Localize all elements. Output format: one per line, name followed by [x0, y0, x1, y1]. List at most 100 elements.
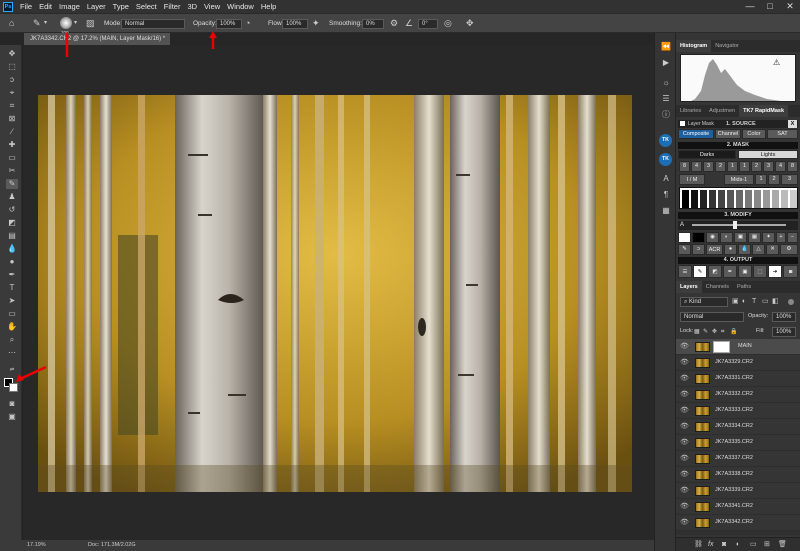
gradient-tool-icon[interactable]: ▤	[6, 231, 18, 241]
modify-slider-thumb[interactable]	[733, 221, 737, 229]
lock-transparent-icon[interactable]: ▦	[694, 327, 700, 337]
pressure-opacity-icon[interactable]: ◔	[245, 18, 250, 28]
tab-libraries[interactable]: Libraries	[676, 105, 705, 117]
filter-adjustment-icon[interactable]: ◐	[742, 297, 746, 307]
expand-icon[interactable]: ▦	[748, 232, 761, 243]
eye-icon[interactable]: 👁	[680, 374, 689, 382]
paint-icon[interactable]: ✎	[678, 244, 691, 255]
sat-button[interactable]: SAT	[767, 129, 798, 139]
tab-channels[interactable]: Channels	[702, 281, 733, 293]
darks-8-button[interactable]: 8	[679, 161, 690, 172]
eye-icon[interactable]: 👁	[680, 390, 689, 398]
filter-type-icon[interactable]: T	[752, 297, 756, 307]
quick-select-tool-icon[interactable]: ⌖	[6, 88, 18, 98]
zoom-level[interactable]: 17.19%	[27, 540, 46, 551]
minus-icon[interactable]: −	[787, 232, 798, 243]
brush-output-icon[interactable]: ✎	[693, 265, 707, 278]
zoom-tool-icon[interactable]: ⌕	[6, 335, 18, 345]
new-layer-icon[interactable]: ⊞	[764, 540, 770, 550]
mask-output-icon[interactable]: ◙	[783, 265, 798, 278]
menu-layer[interactable]: Layer	[87, 0, 106, 13]
layer-row[interactable]: 👁 JK7A3339.CR2	[676, 483, 800, 499]
actions-play-icon[interactable]: ▶	[660, 57, 672, 69]
menu-3d[interactable]: 3D	[187, 0, 197, 13]
link-icon[interactable]: ⛓	[694, 540, 703, 550]
lock-position-icon[interactable]: ✥	[712, 327, 717, 337]
layers-icon[interactable]: ▦	[660, 205, 672, 217]
home-icon[interactable]: ⌂	[9, 18, 14, 28]
maximize-button[interactable]: □	[760, 0, 780, 13]
warning-icon[interactable]: ⚠	[773, 58, 780, 67]
eye-icon[interactable]: 👁	[680, 454, 689, 462]
delete-mask-icon[interactable]: ✕	[766, 244, 779, 255]
tab-paths[interactable]: Paths	[733, 281, 755, 293]
layer-row[interactable]: 👁 JK7A3333.CR2	[676, 403, 800, 419]
lasso-tool-icon[interactable]: ↄ	[6, 75, 18, 85]
airbrush-icon[interactable]: ✦	[312, 18, 320, 28]
filter-pixel-icon[interactable]: ▣	[732, 297, 739, 307]
info-icon[interactable]: ⓘ	[660, 109, 672, 121]
black-swatch-button[interactable]	[692, 232, 705, 243]
dodge-mask-icon[interactable]: ●	[724, 244, 737, 255]
blur-tool-icon[interactable]: 💧	[6, 244, 18, 254]
character-icon[interactable]: A	[660, 173, 672, 185]
lights-8-button[interactable]: 8	[787, 161, 798, 172]
crop-tool-icon[interactable]: ⌗	[6, 101, 18, 111]
menu-file[interactable]: File	[20, 0, 32, 13]
chevron-down-icon[interactable]: ▾	[44, 18, 47, 28]
mode-select[interactable]: Normal	[121, 19, 185, 29]
fx-icon[interactable]: fx	[708, 540, 713, 550]
minimize-button[interactable]: —	[740, 0, 760, 13]
paragraph-icon[interactable]: ¶	[660, 189, 672, 201]
brush-tool-icon[interactable]: ✎	[6, 179, 18, 189]
opacity-field[interactable]: 100%	[216, 19, 242, 29]
zone-keys-grid[interactable]	[679, 187, 798, 209]
eye-icon[interactable]: 👁	[680, 358, 689, 366]
tab-layers[interactable]: Layers	[676, 281, 702, 293]
layer-row[interactable]: 👁 JK7A3337.CR2	[676, 451, 800, 467]
quick-mask-icon[interactable]: ◙	[6, 399, 18, 409]
menu-edit[interactable]: Edit	[39, 0, 52, 13]
chevron-down-icon[interactable]: ▾	[74, 18, 77, 28]
blend-mode-select[interactable]: Normal	[680, 312, 744, 322]
pressure-size-icon[interactable]: ◎	[444, 18, 452, 28]
patch-tool-icon[interactable]: ▭	[6, 153, 18, 163]
eraser-tool-icon[interactable]: ◩	[6, 218, 18, 228]
lock-all-icon[interactable]: 🔒	[730, 327, 737, 337]
marquee-tool-icon[interactable]: ⬚	[6, 62, 18, 72]
menu-select[interactable]: Select	[136, 0, 157, 13]
layer-row[interactable]: 👁 MAIN	[676, 339, 800, 355]
hand-tool-icon[interactable]: ✋	[6, 322, 18, 332]
eye-icon[interactable]: 👁	[680, 438, 689, 446]
layer-mask-checkbox[interactable]	[680, 121, 685, 126]
gear-icon[interactable]: ⚙	[390, 18, 398, 28]
menu-type[interactable]: Type	[113, 0, 129, 13]
select-mask-icon[interactable]: ◉	[706, 232, 719, 243]
layer-row[interactable]: 👁 JK7A3342.CR2	[676, 515, 800, 531]
tk7-panel-icon[interactable]: TK	[659, 134, 672, 147]
more-tools-icon[interactable]: ⋯	[6, 348, 18, 358]
tab-navigator[interactable]: Navigator	[711, 40, 743, 52]
history-brush-tool-icon[interactable]: ↺	[6, 205, 18, 215]
close-panel-button[interactable]: X	[788, 120, 797, 128]
flow-field[interactable]: 100%	[282, 19, 308, 29]
lights-1-button[interactable]: 1	[739, 161, 750, 172]
adjustment-icon[interactable]: ◐	[736, 540, 740, 550]
paint-output-icon[interactable]: ✒	[723, 265, 737, 278]
eye-icon[interactable]: 👁	[680, 502, 689, 510]
pen-tool-icon[interactable]: ✒	[6, 270, 18, 280]
document-tab[interactable]: JK7A3342.CR2 @ 17.2% (MAIN, Layer Mask/1…	[24, 33, 170, 45]
filter-smart-icon[interactable]: ◧	[772, 297, 779, 307]
menu-view[interactable]: View	[204, 0, 220, 13]
layer-row[interactable]: 👁 JK7A3329.CR2	[676, 355, 800, 371]
mids-2-button[interactable]: 2	[768, 174, 780, 185]
type-tool-icon[interactable]: T	[6, 283, 18, 293]
aspen-forest-photo[interactable]	[38, 95, 632, 492]
smoothing-field[interactable]: 0%	[362, 19, 384, 29]
menu-help[interactable]: Help	[261, 0, 276, 13]
eye-icon[interactable]: 👁	[680, 406, 689, 414]
history-icon[interactable]: ⏪	[660, 41, 672, 53]
menu-image[interactable]: Image	[59, 0, 80, 13]
darks-1-button[interactable]: 1	[727, 161, 738, 172]
folder-icon[interactable]: ▭	[750, 540, 757, 550]
